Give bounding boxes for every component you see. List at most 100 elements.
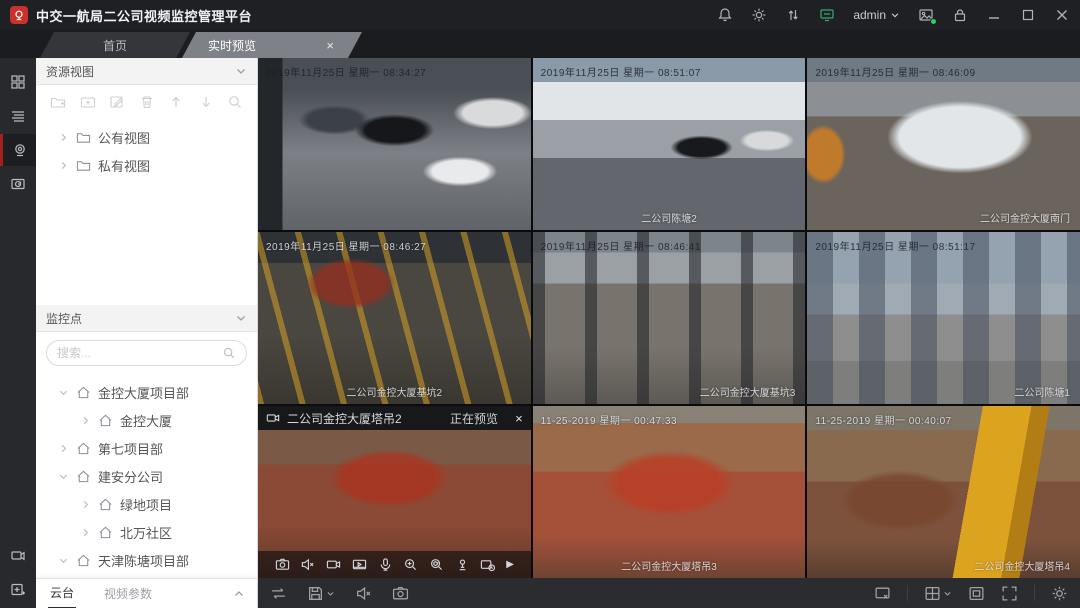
timed-capture-icon[interactable] xyxy=(480,557,495,572)
chevron-right-icon[interactable] xyxy=(80,415,91,426)
bottom-toolbar xyxy=(258,578,1080,608)
chevron-right-icon[interactable] xyxy=(58,160,69,171)
tree-item-site[interactable]: 第七项目部 xyxy=(36,434,257,462)
playback-film-icon[interactable] xyxy=(352,557,367,572)
record-icon[interactable] xyxy=(326,557,341,572)
settings-gear-icon[interactable] xyxy=(751,7,767,23)
delete-trash-icon[interactable] xyxy=(139,94,155,110)
wall-monitor-icon[interactable] xyxy=(819,7,835,23)
video-cell-7-selected[interactable]: 二公司金控大厦塔吊2 正在预览 × ▶ xyxy=(258,406,531,578)
left-icon-rail xyxy=(0,58,36,608)
grid-layout-button[interactable] xyxy=(924,585,952,602)
zoom-3d-icon[interactable] xyxy=(429,557,444,572)
video-cell-2[interactable]: 2019年11月25日 星期一 08:51:07 二公司陈塘2 xyxy=(533,58,806,230)
user-menu[interactable]: admin xyxy=(853,8,900,22)
video-cell-3[interactable]: 2019年11月25日 星期一 08:46:09 二公司金控大厦南门 xyxy=(807,58,1080,230)
app-logo-icon xyxy=(10,6,28,24)
move-up-icon[interactable] xyxy=(168,94,184,110)
timestamp-overlay: 11-25-2019 星期一 00:40:07 xyxy=(815,412,951,427)
video-cell-1[interactable]: 2019年11月25日 星期一 08:34:27 xyxy=(258,58,531,230)
app-title: 中交一航局二公司视频监控管理平台 xyxy=(36,6,252,25)
tree-item-public-views[interactable]: 公有视图 xyxy=(36,123,257,151)
close-button[interactable] xyxy=(1054,7,1070,23)
resource-view-header[interactable]: 资源视图 xyxy=(36,58,257,85)
snapshot-all-icon[interactable] xyxy=(392,585,409,602)
panel-bottom-tabs: 云台 视频参数 xyxy=(36,578,257,608)
tree-item-site[interactable]: 建安分公司 xyxy=(36,462,257,490)
cell-close-icon[interactable]: × xyxy=(515,411,523,426)
collapse-chevron-icon[interactable] xyxy=(233,588,245,600)
move-down-icon[interactable] xyxy=(198,94,214,110)
rail-list-icon[interactable] xyxy=(0,100,36,132)
fullscreen-icon[interactable] xyxy=(1001,585,1018,602)
save-view-button[interactable] xyxy=(307,585,335,602)
chevron-down-icon[interactable] xyxy=(58,387,69,398)
stream-switch-icon[interactable] xyxy=(270,585,287,602)
rail-playback-icon[interactable] xyxy=(0,168,36,200)
snapshot-status-icon[interactable] xyxy=(918,7,934,23)
more-tools-caret-icon[interactable]: ▶ xyxy=(506,559,514,570)
tab-close-icon[interactable]: × xyxy=(324,38,336,53)
add-group-icon[interactable] xyxy=(50,94,66,110)
rail-camera-icon[interactable] xyxy=(0,134,36,166)
site-home-icon xyxy=(76,469,91,484)
timestamp-overlay: 2019年11月25日 星期一 08:46:09 xyxy=(815,64,975,79)
site-home-icon xyxy=(76,441,91,456)
edit-icon[interactable] xyxy=(109,94,125,110)
search-icon[interactable] xyxy=(227,94,243,110)
preset-position-icon[interactable] xyxy=(455,557,470,572)
tab-home[interactable]: 首页 xyxy=(40,32,190,58)
chevron-right-icon[interactable] xyxy=(58,443,69,454)
search-icon[interactable] xyxy=(222,346,236,360)
video-cell-9[interactable]: 11-25-2019 星期一 00:40:07 二公司金控大厦塔吊4 xyxy=(807,406,1080,578)
rail-video-wall-icon[interactable] xyxy=(0,540,36,572)
settings-gear-icon[interactable] xyxy=(1051,585,1068,602)
tree-item-private-views[interactable]: 私有视图 xyxy=(36,151,257,179)
chevron-down-icon xyxy=(943,589,952,598)
microphone-icon[interactable] xyxy=(378,557,393,572)
timestamp-overlay: 2019年11月25日 星期一 08:46:27 xyxy=(266,238,426,253)
tree-item-site[interactable]: 北万社区 xyxy=(36,518,257,546)
chevron-down-icon[interactable] xyxy=(58,471,69,482)
rail-apps-grid-icon[interactable] xyxy=(0,66,36,98)
tree-item-site[interactable]: 金控大厦 xyxy=(36,406,257,434)
tab-live-preview[interactable]: 实时预览 × xyxy=(182,32,362,58)
close-all-windows-icon[interactable] xyxy=(874,585,891,602)
online-dot xyxy=(930,18,937,25)
preview-status: 正在预览 xyxy=(450,410,498,427)
search-input[interactable] xyxy=(57,346,222,360)
video-cell-6[interactable]: 2019年11月25日 星期一 08:51:17 二公司陈塘1 xyxy=(807,232,1080,404)
tree-item-site[interactable]: 绿地项目 xyxy=(36,490,257,518)
mute-all-icon[interactable] xyxy=(355,585,372,602)
notification-bell-icon[interactable] xyxy=(717,7,733,23)
chevron-down-icon xyxy=(235,312,247,324)
camera-name-overlay: 二公司陈塘2 xyxy=(533,210,806,225)
maximize-button[interactable] xyxy=(1020,7,1036,23)
chevron-right-icon[interactable] xyxy=(80,527,91,538)
video-cell-4[interactable]: 2019年11月25日 星期一 08:46:27 二公司金控大厦基坑2 xyxy=(258,232,531,404)
camera-name-overlay: 二公司金控大厦塔吊3 xyxy=(533,558,806,573)
chevron-right-icon[interactable] xyxy=(80,499,91,510)
tree-item-site[interactable]: 天津陈塘项目部 xyxy=(36,546,257,574)
snapshot-icon[interactable] xyxy=(275,557,290,572)
monitor-points-header[interactable]: 监控点 xyxy=(36,305,257,332)
mute-speaker-icon[interactable] xyxy=(300,557,315,572)
lock-icon[interactable] xyxy=(952,7,968,23)
add-view-icon[interactable] xyxy=(80,94,96,110)
sort-arrows-icon[interactable] xyxy=(785,7,801,23)
single-window-icon[interactable] xyxy=(968,585,985,602)
rail-layout-add-icon[interactable] xyxy=(0,574,36,606)
site-home-icon xyxy=(76,385,91,400)
cell-header: 二公司金控大厦塔吊2 正在预览 × xyxy=(258,406,531,430)
zoom-in-icon[interactable] xyxy=(403,557,418,572)
timestamp-overlay: 11-25-2019 星期一 00:47:33 xyxy=(541,412,677,427)
minimize-button[interactable] xyxy=(986,7,1002,23)
tree-item-site[interactable]: 金控大厦项目部 xyxy=(36,378,257,406)
tab-ptz[interactable]: 云台 xyxy=(48,578,76,608)
chevron-right-icon[interactable] xyxy=(58,132,69,143)
username: admin xyxy=(853,8,886,22)
chevron-down-icon[interactable] xyxy=(58,555,69,566)
tab-video-params[interactable]: 视频参数 xyxy=(102,579,154,608)
video-cell-5[interactable]: 2019年11月25日 星期一 08:46:41 二公司金控大厦基坑3 xyxy=(533,232,806,404)
video-cell-8[interactable]: 11-25-2019 星期一 00:47:33 二公司金控大厦塔吊3 xyxy=(533,406,806,578)
